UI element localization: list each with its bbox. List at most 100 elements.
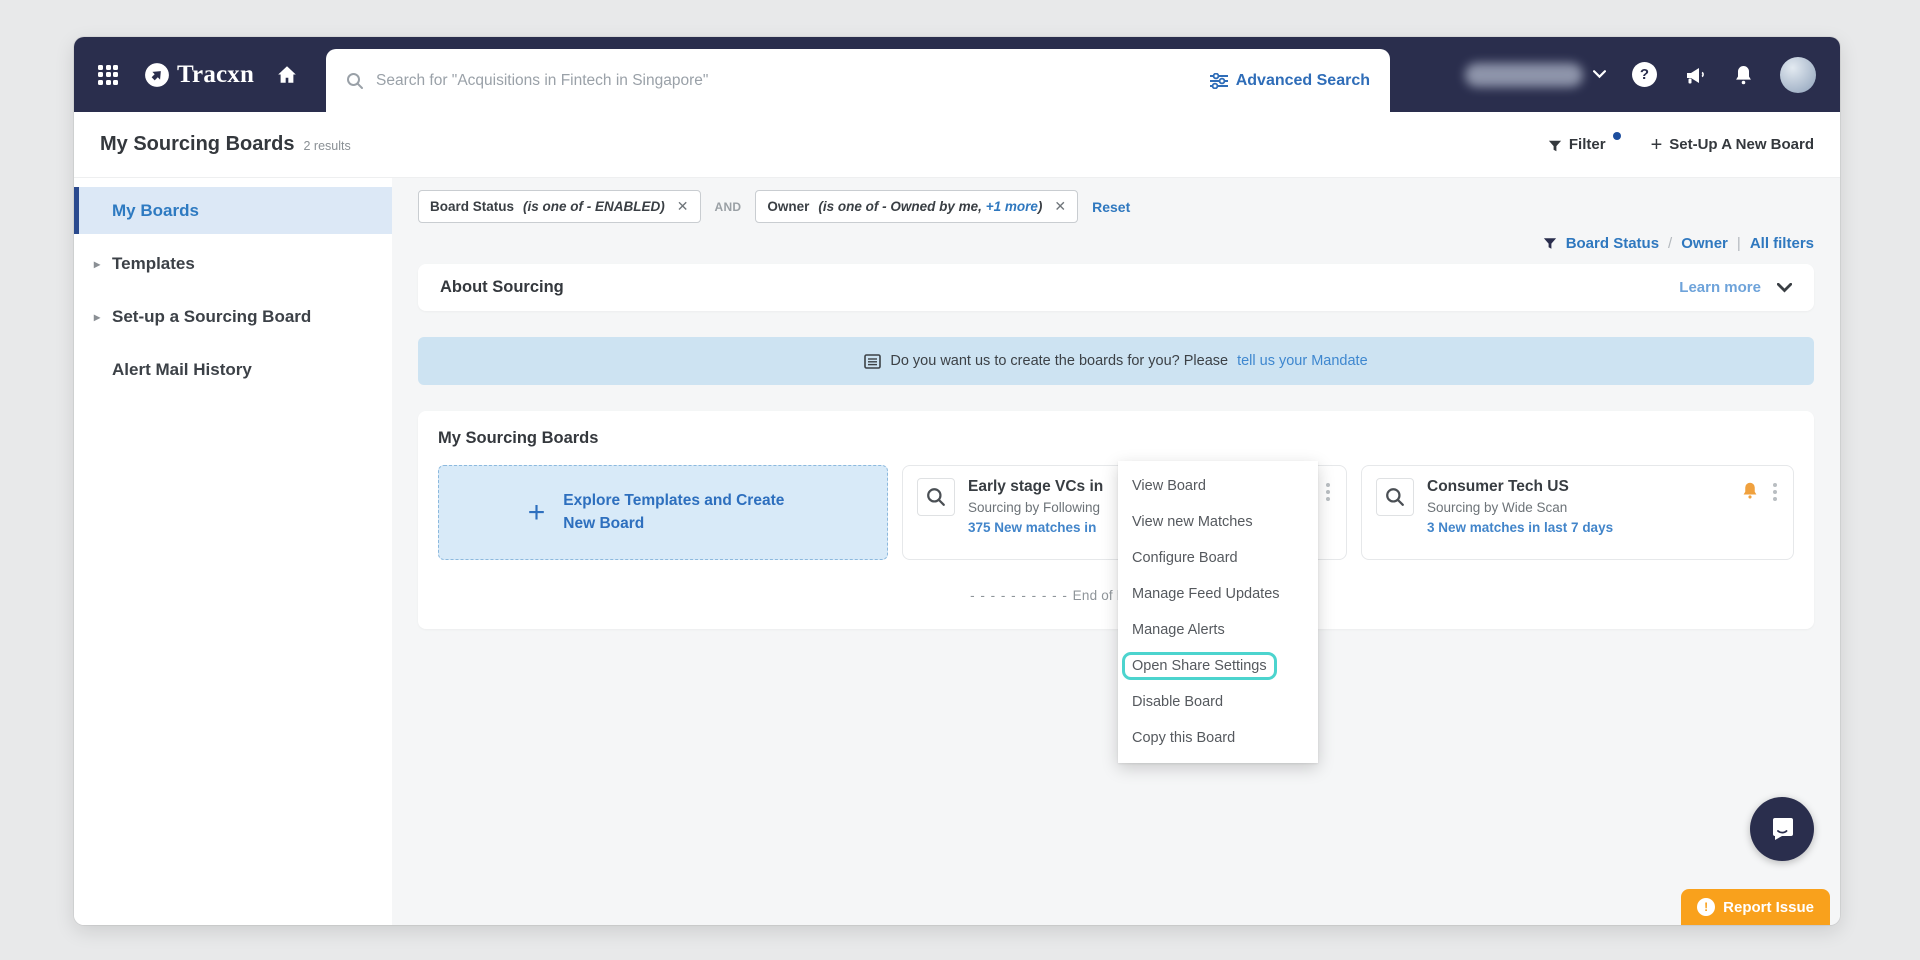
menu-item-manage-alerts[interactable]: Manage Alerts [1118,612,1318,648]
home-icon[interactable] [276,64,298,86]
reset-filters-link[interactable]: Reset [1092,199,1130,215]
app-window: Tracxn Advanced Search [74,37,1840,925]
page-header: My Sourcing Boards 2 results Filter + Se… [74,112,1840,178]
sidebar-item-label: Set-up a Sourcing Board [112,306,312,326]
caret-right-icon: ▸ [94,309,101,324]
board-new-matches-link[interactable]: 375 New matches in [968,520,1103,535]
chevron-down-icon [1593,70,1606,79]
explore-templates-button[interactable]: + Explore Templates and Create New Board [438,465,888,560]
about-sourcing-title: About Sourcing [440,278,564,296]
more-options-icon[interactable] [1324,481,1332,503]
search-input[interactable] [376,71,1198,90]
brand-name: Tracxn [177,60,255,88]
chip-condition: (is one of - ENABLED) [523,199,665,214]
more-filters-link[interactable]: +1 more [986,199,1038,214]
board-title: Early stage VCs in [968,478,1104,495]
sidebar-item-label: Alert Mail History [112,359,252,379]
help-glyph: ? [1639,66,1650,83]
account-menu[interactable] [1465,62,1606,87]
board-title: Consumer Tech US [1427,478,1569,495]
remove-chip-icon[interactable]: ✕ [1054,198,1066,215]
help-icon[interactable]: ? [1632,62,1657,87]
funnel-icon [1548,140,1562,151]
global-search-bar: Advanced Search [326,49,1390,112]
mandate-banner: Do you want us to create the boards for … [418,337,1814,385]
highlighted-menu-label: Open Share Settings [1122,652,1277,680]
exclamation-icon: ! [1697,898,1716,916]
account-name-redacted [1465,62,1583,87]
filter-chips-row: Board Status (is one of - ENABLED) ✕ AND… [418,178,1814,223]
chevron-down-icon[interactable] [1777,282,1792,293]
separator: | [1736,235,1741,252]
content-area: Board Status (is one of - ENABLED) ✕ AND… [392,178,1840,925]
results-count: 2 results [303,139,351,153]
about-sourcing-card: About Sourcing Learn more [418,264,1814,311]
sidebar-item-templates[interactable]: ▸ Templates [74,240,392,287]
filter-active-dot [1612,131,1621,140]
remove-chip-icon[interactable]: ✕ [677,198,689,215]
sidebar-item-alert-mail-history[interactable]: Alert Mail History [74,346,392,393]
funnel-icon [1543,238,1556,249]
boards-row: + Explore Templates and Create New Board… [438,461,1794,763]
filter-chip-owner[interactable]: Owner (is one of - Owned by me, +1 more)… [755,190,1079,223]
advanced-search-label: Advanced Search [1235,71,1370,89]
menu-item-configure-board[interactable]: Configure Board [1118,540,1318,576]
menu-item-open-share-settings[interactable]: Open Share Settings [1118,648,1318,684]
applied-board-status-link[interactable]: Board Status [1566,235,1659,252]
chat-widget-button[interactable] [1750,797,1814,861]
menu-item-disable-board[interactable]: Disable Board [1118,684,1318,720]
sidebar-item-my-boards[interactable]: My Boards [74,187,392,234]
and-operator-label: AND [714,199,742,214]
board-search-icon [1376,478,1414,516]
filter-label: Filter [1568,135,1606,153]
user-avatar[interactable] [1780,56,1816,93]
my-sourcing-boards-card: My Sourcing Boards + Explore Templates a… [418,411,1814,763]
chip-label: Owner [767,199,810,214]
mandate-banner-text: Do you want us to create the boards for … [890,353,1229,369]
alerts-bell-icon[interactable] [1741,481,1759,500]
menu-item-copy-this-board[interactable]: Copy this Board [1118,720,1318,756]
board-search-icon [917,478,955,516]
plus-icon: + [1650,133,1663,156]
filter-button[interactable]: Filter [1548,131,1621,155]
search-icon [347,72,363,89]
chat-bubble-icon [1773,818,1793,840]
apps-grid-icon[interactable] [98,64,118,85]
more-options-icon[interactable] [1771,481,1779,503]
separator: / [1668,235,1673,252]
sidebar-item-setup-sourcing-board[interactable]: ▸ Set-up a Sourcing Board [74,293,392,340]
setup-new-board-button[interactable]: + Set-Up A New Board [1650,133,1814,156]
sidebar-item-label: Templates [112,253,195,273]
caret-right-icon: ▸ [94,256,101,271]
explore-templates-label: Explore Templates and Create New Board [563,492,785,532]
filter-chip-board-status[interactable]: Board Status (is one of - ENABLED) ✕ [418,190,701,223]
sidebar: My Boards ▸ Templates ▸ Set-up a Sourcin… [74,178,392,925]
mandate-link[interactable]: tell us your Mandate [1237,353,1368,369]
all-filters-link[interactable]: All filters [1750,235,1814,252]
learn-more-link[interactable]: Learn more [1679,279,1761,296]
setup-new-board-label: Set-Up A New Board [1669,136,1814,153]
plus-icon: + [527,495,546,529]
menu-item-view-new-matches[interactable]: View new Matches [1118,504,1318,540]
page-title: My Sourcing Boards [100,133,295,155]
board-subtitle: Sourcing by Wide Scan [1427,500,1568,515]
board-card-consumer-tech-us[interactable]: Consumer Tech US Sourcing by Wide Scan 3… [1361,465,1794,560]
end-of-boards-text: - - - - - - - - - - End of boards - - - … [970,588,1261,603]
announcements-icon[interactable] [1683,64,1707,86]
top-navbar: Tracxn Advanced Search [74,37,1840,112]
sidebar-item-label: My Boards [112,200,199,220]
menu-item-view-board[interactable]: View Board [1118,468,1318,504]
tracxn-logo-icon [145,62,169,87]
notifications-bell-icon[interactable] [1733,64,1754,86]
chip-label: Board Status [430,199,515,214]
advanced-search-button[interactable]: Advanced Search [1209,71,1370,90]
report-issue-button[interactable]: ! Report Issue [1681,889,1830,925]
applied-filters-row: Board Status / Owner | All filters [418,235,1814,252]
board-new-matches-link[interactable]: 3 New matches in last 7 days [1427,520,1613,535]
sliders-icon [1209,72,1228,89]
board-context-menu: View Board View new Matches Configure Bo… [1118,461,1318,763]
applied-owner-link[interactable]: Owner [1681,235,1728,252]
tracxn-logo[interactable]: Tracxn [144,61,254,89]
menu-item-manage-feed-updates[interactable]: Manage Feed Updates [1118,576,1318,612]
board-subtitle: Sourcing by Following [968,500,1101,515]
